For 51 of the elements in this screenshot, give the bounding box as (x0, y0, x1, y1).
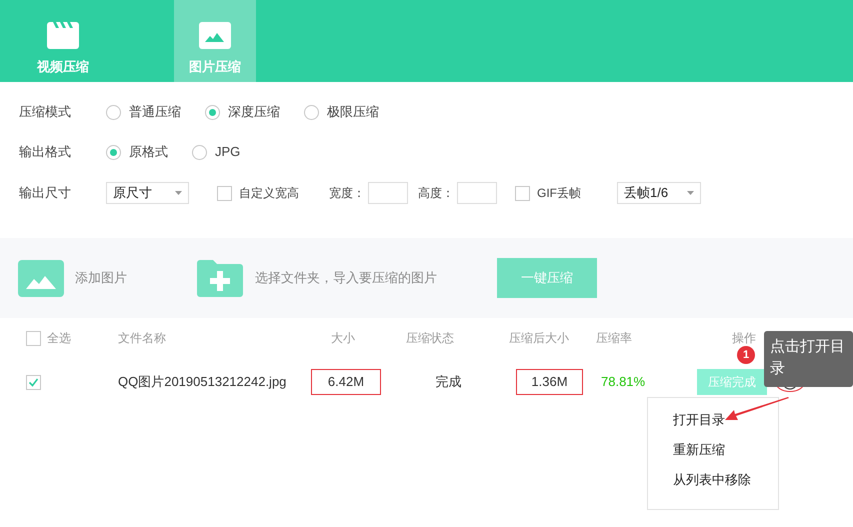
caret-icon (687, 191, 694, 195)
radio-button[interactable] (205, 104, 220, 120)
clapperboard-icon (47, 22, 79, 48)
dropdown-select[interactable]: 丢帧1/6 (617, 182, 701, 204)
step-badge: 1 (737, 346, 755, 364)
checkbox-label: 自定义宽高 (239, 185, 299, 202)
checkbox[interactable] (26, 374, 41, 390)
radio-label: 极限压缩 (327, 103, 379, 122)
tooltip: 点击打开目录 (764, 331, 853, 387)
table-cell: 1.36M (516, 369, 583, 395)
column-header: 压缩状态 (405, 330, 455, 347)
height-field[interactable] (457, 182, 497, 204)
image-icon[interactable] (18, 260, 64, 296)
radio-label: 原格式 (129, 143, 168, 162)
radio-button[interactable] (192, 144, 207, 160)
radio-label: 普通压缩 (129, 103, 181, 122)
menu-item[interactable]: 打开目录 (673, 410, 778, 430)
radio-button[interactable] (106, 144, 121, 160)
caret-icon (175, 191, 182, 195)
file-name: QQ图片20190513212242.jpg (118, 373, 288, 392)
width-field[interactable] (368, 182, 408, 204)
table-cell-text: 78.81% (601, 373, 646, 392)
option-label: 输出尺寸 (19, 184, 72, 202)
height-label: 高度： (418, 185, 454, 202)
option-label: 输出格式 (19, 143, 72, 162)
tab[interactable]: 视频压缩 (22, 0, 104, 82)
option-label: 压缩模式 (19, 103, 72, 122)
checkbox[interactable] (217, 186, 232, 200)
radio-button[interactable] (304, 104, 319, 120)
column-header: 压缩后大小 (508, 330, 570, 347)
column-header: 文件名称 (118, 330, 167, 347)
radio-label: JPG (215, 143, 240, 162)
checkbox[interactable] (26, 330, 41, 346)
radio-button[interactable] (106, 104, 121, 120)
checkbox-label: GIF丢帧 (537, 185, 582, 202)
checkbox[interactable] (515, 186, 530, 200)
add-folder-link[interactable]: 选择文件夹，导入要压缩的图片 (255, 268, 497, 288)
select-all-label: 全选 (47, 330, 71, 347)
column-header: 操作 (732, 330, 756, 347)
image-icon (199, 22, 231, 48)
column-header: 压缩率 (596, 330, 633, 347)
table-cell: 6.42M (311, 369, 381, 395)
column-header: 大小 (330, 330, 356, 347)
width-label: 宽度： (329, 185, 365, 202)
radio-label: 深度压缩 (228, 103, 280, 122)
menu-item[interactable]: 从列表中移除 (673, 470, 778, 490)
add-image-link[interactable]: 添加图片 (75, 268, 197, 288)
folder-plus-icon[interactable] (197, 259, 243, 297)
menu-item[interactable]: 重新压缩 (673, 440, 778, 460)
dropdown-select[interactable]: 原尺寸 (106, 182, 189, 204)
table-cell-text: 完成 (434, 373, 462, 392)
